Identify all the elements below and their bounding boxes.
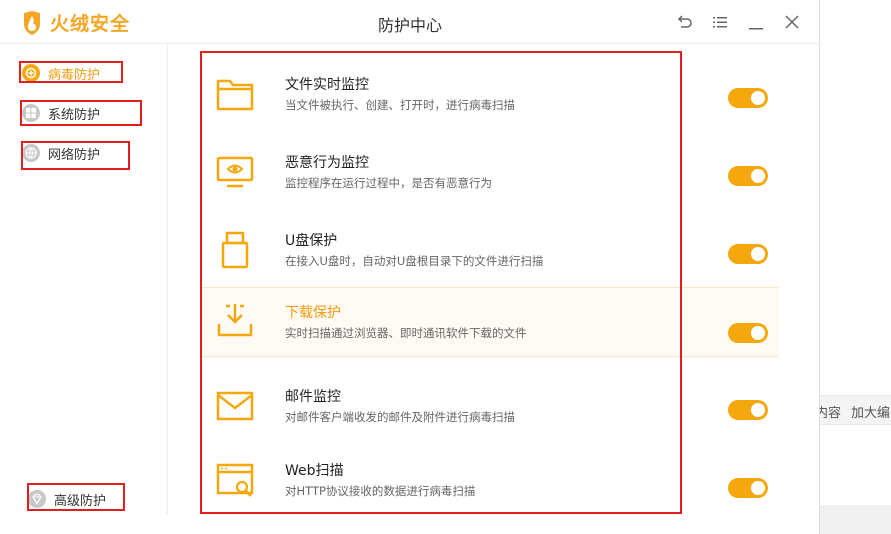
window-title: 防护中心 (377, 16, 442, 35)
app-window: 火绒安全 防护中心 病毒防护 系统防护 网络防护 高级防护 文件实时监控 当文件… (0, 0, 820, 534)
back-icon[interactable] (675, 13, 693, 31)
background-text-2: 加大编 (851, 406, 891, 421)
background-lower (820, 505, 891, 534)
web-scan-toggle[interactable] (728, 478, 768, 498)
mail-monitor-toggle[interactable] (728, 400, 768, 420)
annotation-box-system-protection (20, 100, 142, 126)
menu-icon[interactable] (711, 13, 729, 31)
annotation-box-feature-list (200, 51, 682, 514)
title-bar: 火绒安全 防护中心 (0, 0, 820, 44)
minimize-icon[interactable] (747, 13, 765, 31)
file-monitor-toggle[interactable] (728, 88, 768, 108)
annotation-box-network-protection (21, 141, 130, 170)
annotation-box-advanced-protection (27, 483, 125, 511)
close-icon[interactable] (783, 13, 801, 31)
usb-protection-toggle[interactable] (728, 244, 768, 264)
download-protection-toggle[interactable] (728, 323, 768, 343)
background-area (820, 0, 891, 534)
behavior-monitor-toggle[interactable] (728, 166, 768, 186)
annotation-box-virus-protection (19, 61, 123, 83)
